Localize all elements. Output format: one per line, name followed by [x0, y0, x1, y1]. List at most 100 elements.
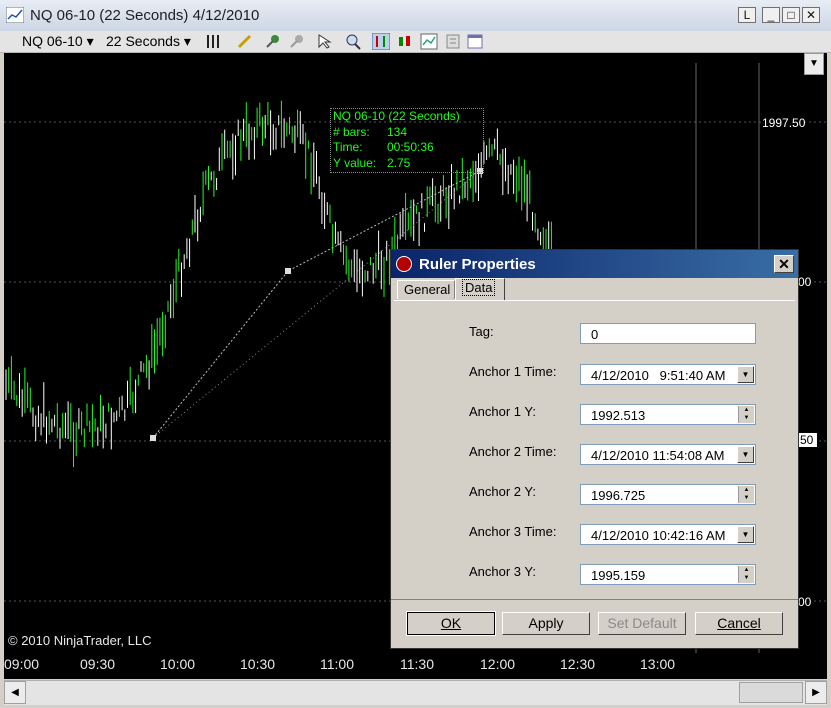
- time-axis-label: 09:00: [4, 656, 40, 672]
- chart-app-icon: [6, 7, 24, 23]
- chevron-down-icon: ▾: [86, 33, 94, 49]
- link-button[interactable]: L: [738, 7, 756, 23]
- pencil-icon[interactable]: [236, 33, 254, 50]
- ruler-info-row: Y value: 2.75: [333, 156, 483, 172]
- instrument-label: NQ 06-10: [22, 33, 83, 49]
- chevron-down-icon[interactable]: ▼: [737, 446, 754, 463]
- spin-arrows-icon[interactable]: ▲ ▼: [738, 406, 754, 423]
- anchor1-y-stepper[interactable]: 1992.513 ▲ ▼: [580, 404, 756, 425]
- time-axis-label: 13:00: [640, 656, 676, 672]
- ok-button-label: OK: [440, 615, 462, 631]
- price-axis-label: 00: [798, 275, 812, 289]
- anchor2-time-value: 4/12/2010 11:54:08 AM: [591, 448, 725, 463]
- anchor2-y-label: Anchor 2 Y:: [469, 484, 536, 499]
- set-default-button[interactable]: Set Default: [598, 612, 686, 635]
- tag-value: 0: [591, 327, 599, 342]
- dialog-button-row: OK Apply Set Default Cancel: [391, 599, 798, 648]
- tag-label: Tag:: [469, 324, 494, 339]
- tab-data-label: Data: [462, 279, 496, 296]
- title-bar[interactable]: NQ 06-10 (22 Seconds) 4/12/2010 L _ □ ✕: [0, 0, 831, 32]
- time-axis-label: 12:30: [560, 656, 596, 672]
- close-button[interactable]: ✕: [802, 7, 820, 23]
- anchor3-y-value: 1995.159: [591, 568, 646, 583]
- anchor1-y-value: 1992.513: [591, 408, 646, 423]
- ruler-info-value: 00:50:36: [387, 140, 434, 154]
- dialog-title-bar[interactable]: Ruler Properties ✕: [391, 250, 798, 278]
- data-box-icon[interactable]: [444, 33, 462, 50]
- tag-input[interactable]: 0: [580, 323, 756, 344]
- chart-window: NQ 06-10 (22 Seconds) 4/12/2010 L _ □ ✕ …: [0, 0, 831, 708]
- cancel-button[interactable]: Cancel: [695, 612, 783, 635]
- ruler-info-row: Time: 00:50:36: [333, 140, 483, 156]
- time-axis-label: 12:00: [480, 656, 516, 672]
- time-axis-label: 11:00: [320, 656, 354, 672]
- anchor1-time-value: 4/12/2010 9:51:40 AM: [591, 368, 726, 383]
- dialog-title: Ruler Properties: [419, 256, 536, 273]
- data-tab-panel: Tag: 0 Anchor 1 Time: 4/12/2010 9:51:40 …: [394, 300, 795, 598]
- window-title: NQ 06-10 (22 Seconds) 4/12/2010: [30, 7, 260, 24]
- ruler-info-title: NQ 06-10 (22 Seconds): [333, 109, 460, 123]
- ruler-info-label: # bars:: [333, 124, 370, 139]
- interval-label: 22 Seconds: [106, 33, 180, 49]
- time-axis: 09:00 09:30 10:00 10:30 11:00 11:30 12:0…: [4, 653, 827, 679]
- ruler-properties-dialog: Ruler Properties ✕ General Data Tag: 0 A…: [390, 249, 799, 649]
- chevron-down-icon: ▾: [183, 33, 191, 49]
- spin-arrows-icon[interactable]: ▲ ▼: [738, 566, 754, 583]
- scroll-right-button[interactable]: ▶: [805, 681, 827, 704]
- properties-icon[interactable]: [466, 33, 484, 50]
- anchor3-y-label: Anchor 3 Y:: [469, 564, 536, 579]
- chart-scroll-down-button[interactable]: ▼: [804, 53, 824, 75]
- horizontal-scrollbar[interactable]: ◀ ▶: [4, 680, 827, 705]
- ruler-info-label: Time:: [333, 140, 363, 154]
- ruler-info-value: 2.75: [387, 155, 411, 170]
- tab-data[interactable]: Data: [455, 278, 505, 300]
- chevron-down-icon[interactable]: ▼: [737, 366, 754, 383]
- bar-style-icon[interactable]: [372, 33, 390, 50]
- anchor3-time-label: Anchor 3 Time:: [469, 524, 557, 539]
- time-axis-label: 10:30: [240, 656, 276, 672]
- anchor2-y-stepper[interactable]: 1996.725 ▲ ▼: [580, 484, 756, 505]
- scroll-left-button[interactable]: ◀: [4, 681, 26, 704]
- current-price-marker: 50: [796, 433, 818, 447]
- pointer-icon[interactable]: [316, 33, 334, 50]
- anchor1-y-label: Anchor 1 Y:: [469, 404, 536, 419]
- ruler-info-value: 134: [387, 124, 408, 139]
- minimize-button[interactable]: _: [762, 7, 780, 23]
- dialog-close-button[interactable]: ✕: [774, 255, 794, 273]
- anchor2-time-picker[interactable]: 4/12/2010 11:54:08 AM ▼: [580, 444, 756, 465]
- maximize-button[interactable]: □: [782, 7, 800, 23]
- interval-selector[interactable]: 22 Seconds ▾: [106, 33, 191, 50]
- ruler-info-row: # bars: 134: [333, 125, 483, 141]
- cancel-button-label: Cancel: [717, 615, 761, 631]
- indicators-icon[interactable]: [204, 33, 222, 50]
- pin-icon[interactable]: [264, 33, 282, 50]
- ok-button[interactable]: OK: [406, 611, 496, 636]
- price-axis-label: 00: [798, 595, 812, 609]
- apply-button[interactable]: Apply: [502, 612, 590, 635]
- anchor1-time-picker[interactable]: 4/12/2010 9:51:40 AM ▼: [580, 364, 756, 385]
- anchor2-time-label: Anchor 2 Time:: [469, 444, 557, 459]
- anchor2-y-value: 1996.725: [591, 488, 646, 503]
- anchor1-time-label: Anchor 1 Time:: [469, 364, 557, 379]
- spin-arrows-icon[interactable]: ▲ ▼: [738, 486, 754, 503]
- time-axis-label: 10:00: [160, 656, 196, 672]
- scrollbar-thumb[interactable]: [739, 682, 803, 703]
- anchor3-y-stepper[interactable]: 1995.159 ▲ ▼: [580, 564, 756, 585]
- anchor3-time-value: 4/12/2010 10:42:16 AM: [591, 528, 726, 543]
- copyright-text: © 2010 NinjaTrader, LLC: [8, 633, 152, 648]
- zoom-icon[interactable]: [344, 33, 362, 50]
- line-chart-icon[interactable]: [420, 33, 438, 50]
- chart-toolbar: NQ 06-10 ▾ 22 Seconds ▾: [0, 31, 831, 53]
- candlestick-icon[interactable]: [396, 33, 414, 50]
- chevron-down-icon[interactable]: ▼: [737, 526, 754, 543]
- instrument-selector[interactable]: NQ 06-10 ▾: [22, 33, 94, 50]
- anchor3-time-picker[interactable]: 4/12/2010 10:42:16 AM ▼: [580, 524, 756, 545]
- time-axis-label: 11:30: [400, 656, 434, 672]
- unpin-icon[interactable]: [288, 33, 306, 50]
- ninjatrader-icon: [396, 256, 412, 272]
- tab-general[interactable]: General: [397, 280, 455, 299]
- ruler-anchor-handle: [150, 435, 156, 441]
- ruler-info-label: Y value:: [333, 155, 377, 170]
- ruler-anchor-handle: [285, 268, 291, 274]
- time-axis-label: 09:30: [80, 656, 116, 672]
